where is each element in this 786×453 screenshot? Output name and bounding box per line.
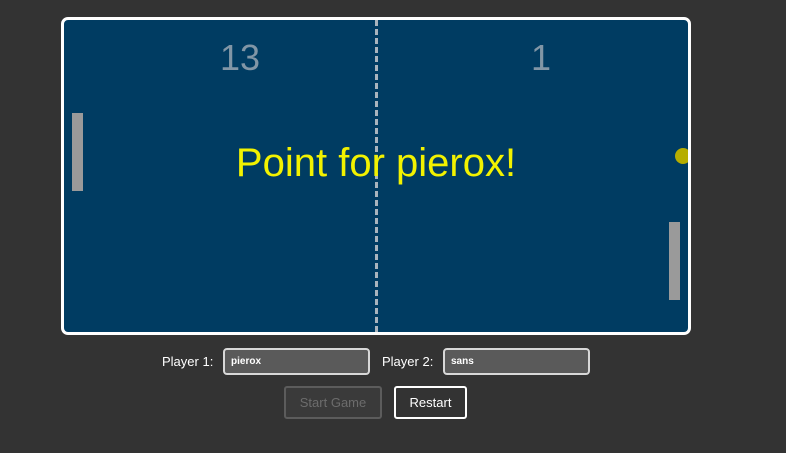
start-game-button[interactable]: Start Game (284, 386, 382, 419)
player-2-name-input[interactable] (443, 348, 590, 375)
game-court: 13 1 Point for pierox! (61, 17, 691, 335)
player-2-label: Player 2: (382, 354, 434, 369)
point-message: Point for pierox! (235, 141, 517, 185)
right-paddle (669, 222, 680, 300)
score-player-1: 13 (219, 37, 261, 78)
pong-app: 13 1 Point for pierox! Player 1: Player … (0, 0, 786, 453)
score-player-2: 1 (530, 37, 552, 78)
player-controls: Player 1: Player 2: (0, 348, 786, 375)
restart-button[interactable]: Restart (394, 386, 467, 419)
player-1-name-input[interactable] (223, 348, 370, 375)
player-1-label: Player 1: (162, 354, 214, 369)
